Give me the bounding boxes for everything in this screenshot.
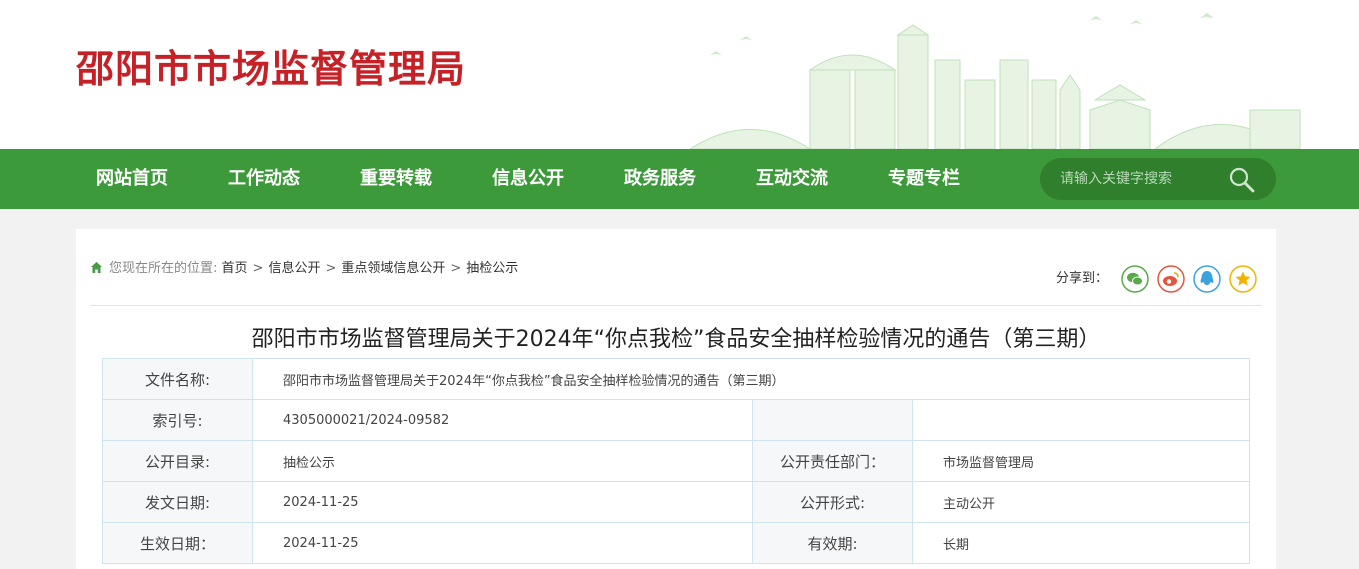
breadcrumb-home[interactable]: 首页 bbox=[222, 261, 248, 276]
breadcrumb-info-disclosure[interactable]: 信息公开 bbox=[268, 261, 320, 276]
home-icon bbox=[91, 262, 102, 273]
effective-date-value: 2024-11-25 bbox=[252, 522, 753, 564]
index-label: 索引号: bbox=[102, 399, 253, 441]
weibo-share-icon[interactable] bbox=[1157, 265, 1185, 293]
site-title[interactable]: 邵阳市市场监督管理局 bbox=[76, 44, 466, 94]
table-row: 公开目录: 抽检公示 公开责任部门： 市场监督管理局 bbox=[102, 440, 1251, 482]
dept-label: 公开责任部门： bbox=[752, 440, 913, 482]
table-row: 文件名称: 邵阳市市场监督管理局关于2024年“你点我检”食品安全抽样检验情况的… bbox=[102, 358, 1251, 400]
empty-label-cell bbox=[752, 399, 913, 441]
site-header: 邵阳市市场监督管理局 bbox=[0, 0, 1359, 149]
dept-value: 市场监督管理局 bbox=[911, 440, 1251, 482]
nav-item-work-news[interactable]: 工作动态 bbox=[228, 149, 300, 209]
document-title: 邵阳市市场监督管理局关于2024年“你点我检”食品安全抽样检验情况的通告（第三期… bbox=[251, 327, 1101, 352]
breadcrumb-key-areas[interactable]: 重点领域信息公开 bbox=[341, 261, 445, 276]
breadcrumb: 您现在所在的位置: 首页 > 信息公开 > 重点领域信息公开 > 抽检公示 bbox=[90, 260, 518, 278]
table-row: 生效日期： 2024-11-25 有效期: 长期 bbox=[102, 522, 1251, 564]
nav-item-interaction[interactable]: 互动交流 bbox=[756, 149, 828, 209]
form-label: 公开形式: bbox=[752, 481, 913, 523]
share-label: 分享到： bbox=[1056, 271, 1109, 286]
search-input[interactable] bbox=[1060, 158, 1220, 200]
issue-date-value: 2024-11-25 bbox=[252, 481, 753, 523]
nav-item-info-disclosure[interactable]: 信息公开 bbox=[492, 149, 564, 209]
table-row: 发文日期: 2024-11-25 公开形式: 主动公开 bbox=[102, 481, 1251, 523]
breadcrumb-separator: > bbox=[252, 261, 264, 276]
qq-share-icon[interactable] bbox=[1193, 265, 1221, 293]
breadcrumb-separator: > bbox=[325, 261, 337, 276]
breadcrumb-prefix: 您现在所在的位置: bbox=[109, 261, 218, 276]
wechat-share-icon[interactable] bbox=[1121, 265, 1149, 293]
nav-item-special-topics[interactable]: 专题专栏 bbox=[888, 149, 960, 209]
search-icon[interactable] bbox=[1228, 166, 1256, 194]
empty-value-cell bbox=[911, 399, 1251, 441]
effective-date-label: 生效日期： bbox=[102, 522, 253, 564]
favorite-share-icon[interactable] bbox=[1229, 265, 1257, 293]
file-name-label: 文件名称: bbox=[102, 358, 253, 400]
city-skyline-illustration bbox=[689, 13, 1301, 149]
issue-date-label: 发文日期: bbox=[102, 481, 253, 523]
catalog-label: 公开目录: bbox=[102, 440, 253, 482]
divider bbox=[90, 305, 1262, 306]
breadcrumb-inspection[interactable]: 抽检公示 bbox=[466, 261, 518, 276]
validity-value: 长期 bbox=[911, 522, 1251, 564]
document-meta-table: 文件名称: 邵阳市市场监督管理局关于2024年“你点我检”食品安全抽样检验情况的… bbox=[102, 358, 1251, 564]
form-value: 主动公开 bbox=[911, 481, 1251, 523]
validity-label: 有效期: bbox=[752, 522, 913, 564]
nav-item-home[interactable]: 网站首页 bbox=[96, 149, 168, 209]
file-name-value: 邵阳市市场监督管理局关于2024年“你点我检”食品安全抽样检验情况的通告（第三期… bbox=[251, 358, 1251, 400]
nav-item-reprints[interactable]: 重要转载 bbox=[360, 149, 432, 209]
nav-item-gov-services[interactable]: 政务服务 bbox=[624, 149, 696, 209]
breadcrumb-separator: > bbox=[450, 261, 462, 276]
catalog-value: 抽检公示 bbox=[252, 440, 753, 482]
index-value: 4305000021/2024-09582 bbox=[252, 399, 753, 441]
table-row: 索引号: 4305000021/2024-09582 bbox=[102, 399, 1251, 441]
